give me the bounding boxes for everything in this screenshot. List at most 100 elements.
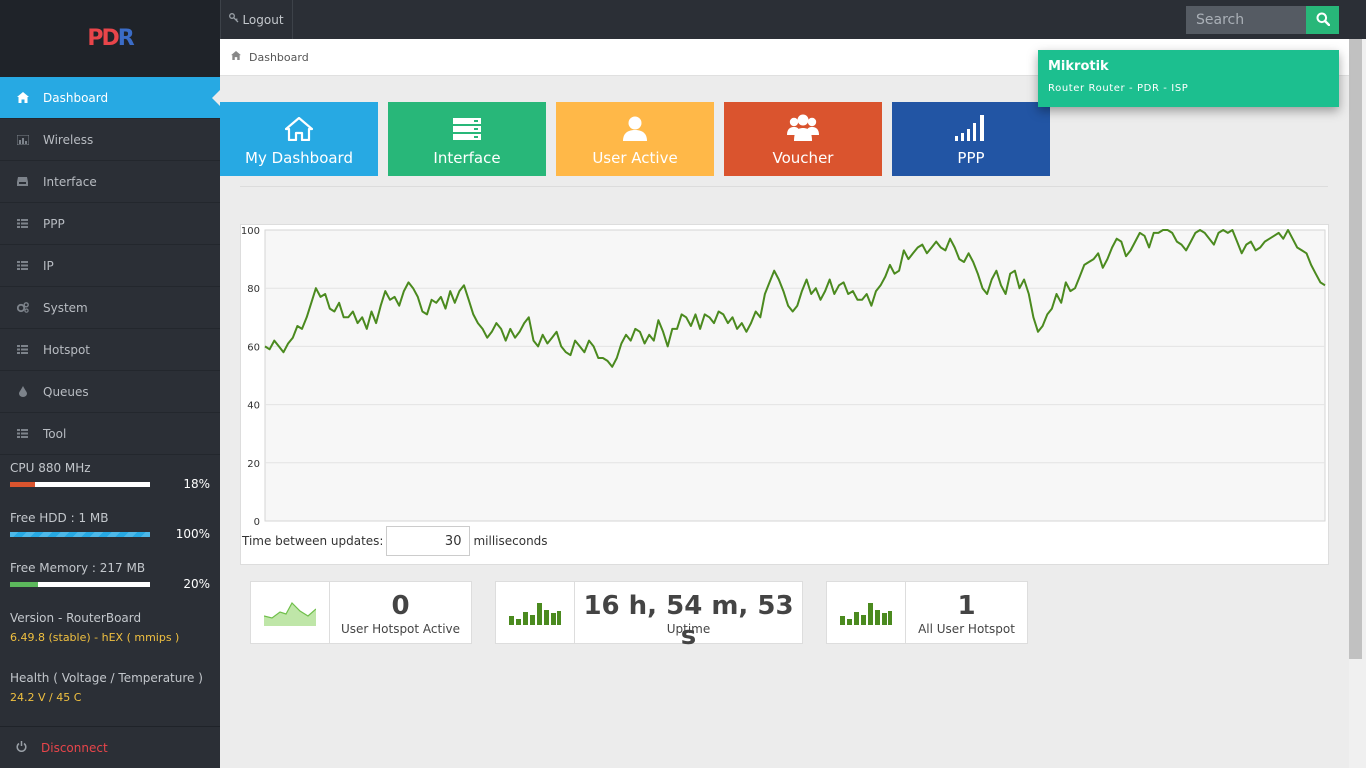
search-input[interactable] <box>1186 6 1306 34</box>
users-icon <box>787 113 819 149</box>
update-interval-unit: milliseconds <box>473 534 548 548</box>
sidebar-item-label: PPP <box>43 216 65 231</box>
signal-icon <box>955 115 987 149</box>
sidebar-item-label: Dashboard <box>43 90 109 105</box>
search-icon <box>1316 12 1330 29</box>
list-icon <box>16 259 29 272</box>
home-icon <box>231 51 241 63</box>
version-info: Version - RouterBoard 6.49.8 (stable) - … <box>0 605 220 665</box>
sidebar: PDR Dashboard Wireless Interface PPP IP <box>0 0 220 768</box>
chart-plot-area <box>264 229 1326 522</box>
quick-button-user-active[interactable]: User Active <box>556 102 714 176</box>
sidebar-item-hotspot[interactable]: Hotspot <box>0 329 220 371</box>
traffic-line-chart: 0 20 40 60 80 100 <box>241 226 1326 525</box>
stat-value: 16 h, 54 m, 53 s <box>583 591 794 651</box>
user-icon <box>622 115 648 149</box>
top-bar: Logout <box>220 0 1366 39</box>
stat-value: 1 <box>957 591 976 621</box>
disconnect-button[interactable]: Disconnect <box>0 726 220 768</box>
hdd-percent: 100% <box>175 527 210 541</box>
quick-button-interface[interactable]: Interface <box>388 102 546 176</box>
hdd-progress-bar <box>10 532 150 537</box>
memory-percent: 20% <box>183 577 210 591</box>
list-icon <box>16 217 29 230</box>
bar-chart-icon <box>827 582 906 643</box>
tint-icon <box>16 385 29 398</box>
cpu-label: CPU 880 MHz <box>10 461 91 475</box>
power-icon <box>16 740 27 755</box>
traffic-chart-panel: 0 20 40 60 80 100 Time between updates: milli… <box>240 224 1329 565</box>
chart-y-tick-label: 20 <box>247 459 260 470</box>
chart-y-tick-label: 40 <box>247 401 260 412</box>
notification-subtitle: Router Router - PDR - ISP <box>1048 83 1189 94</box>
stat-box-hotspot-active: 0 User Hotspot Active <box>250 581 472 644</box>
logout-label: Logout <box>242 12 284 27</box>
logo-area: PDR <box>0 0 220 77</box>
health-info: Health ( Voltage / Temperature ) 24.2 V … <box>0 665 220 725</box>
disconnect-label: Disconnect <box>41 740 108 755</box>
home-icon <box>16 91 29 104</box>
quick-button-label: User Active <box>592 149 678 167</box>
health-label: Health ( Voltage / Temperature ) <box>10 671 203 685</box>
sidebar-item-label: Tool <box>43 426 67 441</box>
page-scrollbar-thumb[interactable] <box>1349 39 1362 659</box>
hdd-stat: Free HDD : 1 MB 100% <box>0 505 220 555</box>
quick-button-my-dashboard[interactable]: My Dashboard <box>220 102 378 176</box>
sidebar-item-label: Wireless <box>43 132 94 147</box>
bar-chart-icon <box>496 582 575 643</box>
hdd-progress-fill <box>10 532 150 537</box>
version-label: Version - RouterBoard <box>10 611 142 625</box>
chart-y-tick-label: 80 <box>247 284 260 295</box>
quick-button-label: Interface <box>433 149 501 167</box>
home-icon <box>284 116 314 149</box>
sidebar-item-label: Queues <box>43 384 89 399</box>
logo[interactable]: PDR <box>87 26 135 51</box>
stat-box-uptime: 16 h, 54 m, 53 s Uptime <box>495 581 803 651</box>
quick-button-ppp[interactable]: PPP <box>892 102 1050 176</box>
cpu-percent: 18% <box>183 477 210 491</box>
sidebar-item-wireless[interactable]: Wireless <box>0 119 220 161</box>
notification-toast[interactable]: Mikrotik Router Router - PDR - ISP <box>1038 50 1339 107</box>
chart-y-tick-label: 60 <box>247 342 260 353</box>
inbox-icon <box>16 175 29 188</box>
sidebar-item-label: Interface <box>43 174 97 189</box>
breadcrumb-dashboard-link[interactable]: Dashboard <box>249 51 309 64</box>
sidebar-item-queues[interactable]: Queues <box>0 371 220 413</box>
stat-label: Uptime <box>666 622 711 636</box>
sidebar-item-ppp[interactable]: PPP <box>0 203 220 245</box>
quick-button-voucher[interactable]: Voucher <box>724 102 882 176</box>
section-divider <box>240 186 1328 187</box>
server-icon <box>452 117 482 149</box>
bar-chart-icon <box>16 133 29 146</box>
gears-icon <box>16 301 29 314</box>
sidebar-item-label: Hotspot <box>43 342 90 357</box>
sidebar-item-label: IP <box>43 258 54 273</box>
cpu-stat: CPU 880 MHz 18% <box>0 455 220 505</box>
sidebar-item-tool[interactable]: Tool <box>0 413 220 455</box>
sidebar-item-label: System <box>43 300 88 315</box>
quick-button-label: My Dashboard <box>245 149 353 167</box>
sidebar-item-dashboard[interactable]: Dashboard <box>0 77 220 119</box>
stat-box-all-user-hotspot: 1 All User Hotspot <box>826 581 1028 644</box>
memory-stat: Free Memory : 217 MB 20% <box>0 555 220 605</box>
update-interval-input[interactable] <box>386 526 471 556</box>
logo-part-b: R <box>117 26 135 51</box>
sidebar-item-ip[interactable]: IP <box>0 245 220 287</box>
stat-label: All User Hotspot <box>918 622 1015 636</box>
logout-button[interactable]: Logout <box>220 0 293 39</box>
list-icon <box>16 343 29 356</box>
memory-progress-fill <box>10 582 38 587</box>
key-icon <box>229 13 239 26</box>
list-icon <box>16 427 29 440</box>
sidebar-item-system[interactable]: System <box>0 287 220 329</box>
cpu-progress-fill <box>10 482 36 487</box>
area-chart-icon <box>251 582 330 643</box>
search-button[interactable] <box>1306 6 1339 34</box>
chart-y-tick-label: 0 <box>254 517 260 525</box>
update-interval-label: Time between updates: <box>242 534 384 548</box>
notification-title: Mikrotik <box>1048 59 1109 74</box>
sidebar-item-interface[interactable]: Interface <box>0 161 220 203</box>
memory-label: Free Memory : 217 MB <box>10 561 146 575</box>
stat-label: User Hotspot Active <box>340 622 461 636</box>
update-interval-control: Time between updates: milliseconds <box>242 526 548 556</box>
